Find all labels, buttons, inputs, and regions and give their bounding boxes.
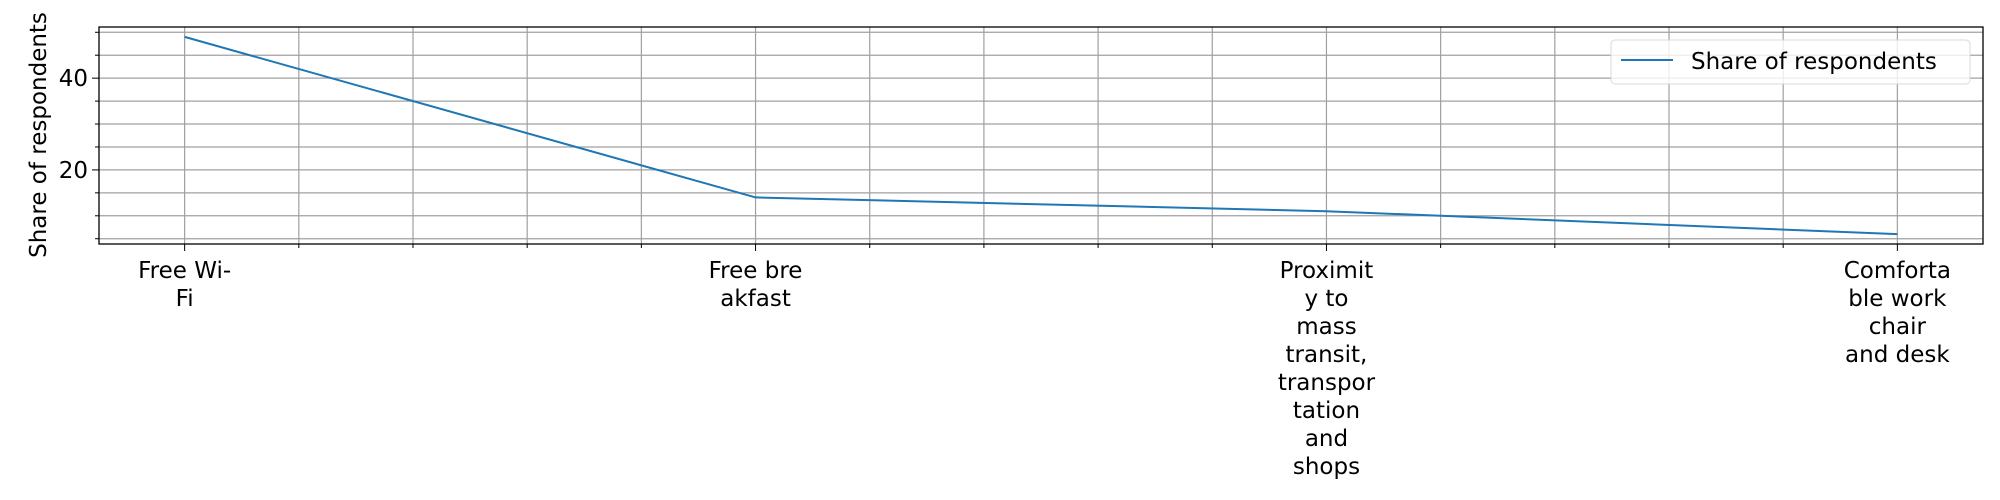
x-tick-label-line: Comforta [1844, 258, 1951, 284]
x-tick-label: Free bre akfast [709, 258, 803, 312]
x-tick-label-line: transpor [1278, 370, 1376, 396]
x-tick-label-line: tation [1293, 398, 1360, 424]
x-tick-label-line: chair [1869, 314, 1927, 340]
x-tick-label-line: Fi [176, 286, 194, 312]
x-tick-label: Free Wi-Fi [138, 258, 231, 312]
x-tick-label-line: shops [1293, 454, 1360, 480]
x-tick-label: Proximit y to mass transit, transpor tation an… [1278, 258, 1376, 480]
x-tick-label-line: Free Wi- [138, 258, 231, 284]
x-axis: Free Wi-Fi Free bre akfast Proximit y to mass… [138, 244, 1951, 480]
legend: Share of respondents [1610, 39, 1971, 85]
y-tick-label: 20 [59, 158, 88, 184]
x-tick-label-line: and desk [1845, 342, 1950, 368]
y-axis-label: Share of respondents [26, 12, 52, 258]
x-tick-label: Comforta ble work chair and desk [1844, 258, 1951, 368]
x-tick-label-line: ble work [1848, 286, 1947, 312]
y-axis: 2040 [59, 31, 99, 240]
x-tick-label-line: Free bre [709, 258, 803, 284]
x-tick-label-line: akfast [720, 286, 791, 312]
x-tick-label-line: y to [1304, 286, 1348, 312]
legend-label: Share of respondents [1691, 49, 1937, 75]
x-tick-label-line: mass [1296, 314, 1356, 340]
line-chart: 2040 Free Wi-FiFree bre akfastProximit y t… [26, 12, 1984, 480]
x-tick-label-line: and [1305, 426, 1348, 452]
x-tick-label-line: transit, [1286, 342, 1368, 368]
y-tick-label: 40 [59, 66, 88, 92]
x-tick-label-line: Proximit [1280, 258, 1374, 284]
